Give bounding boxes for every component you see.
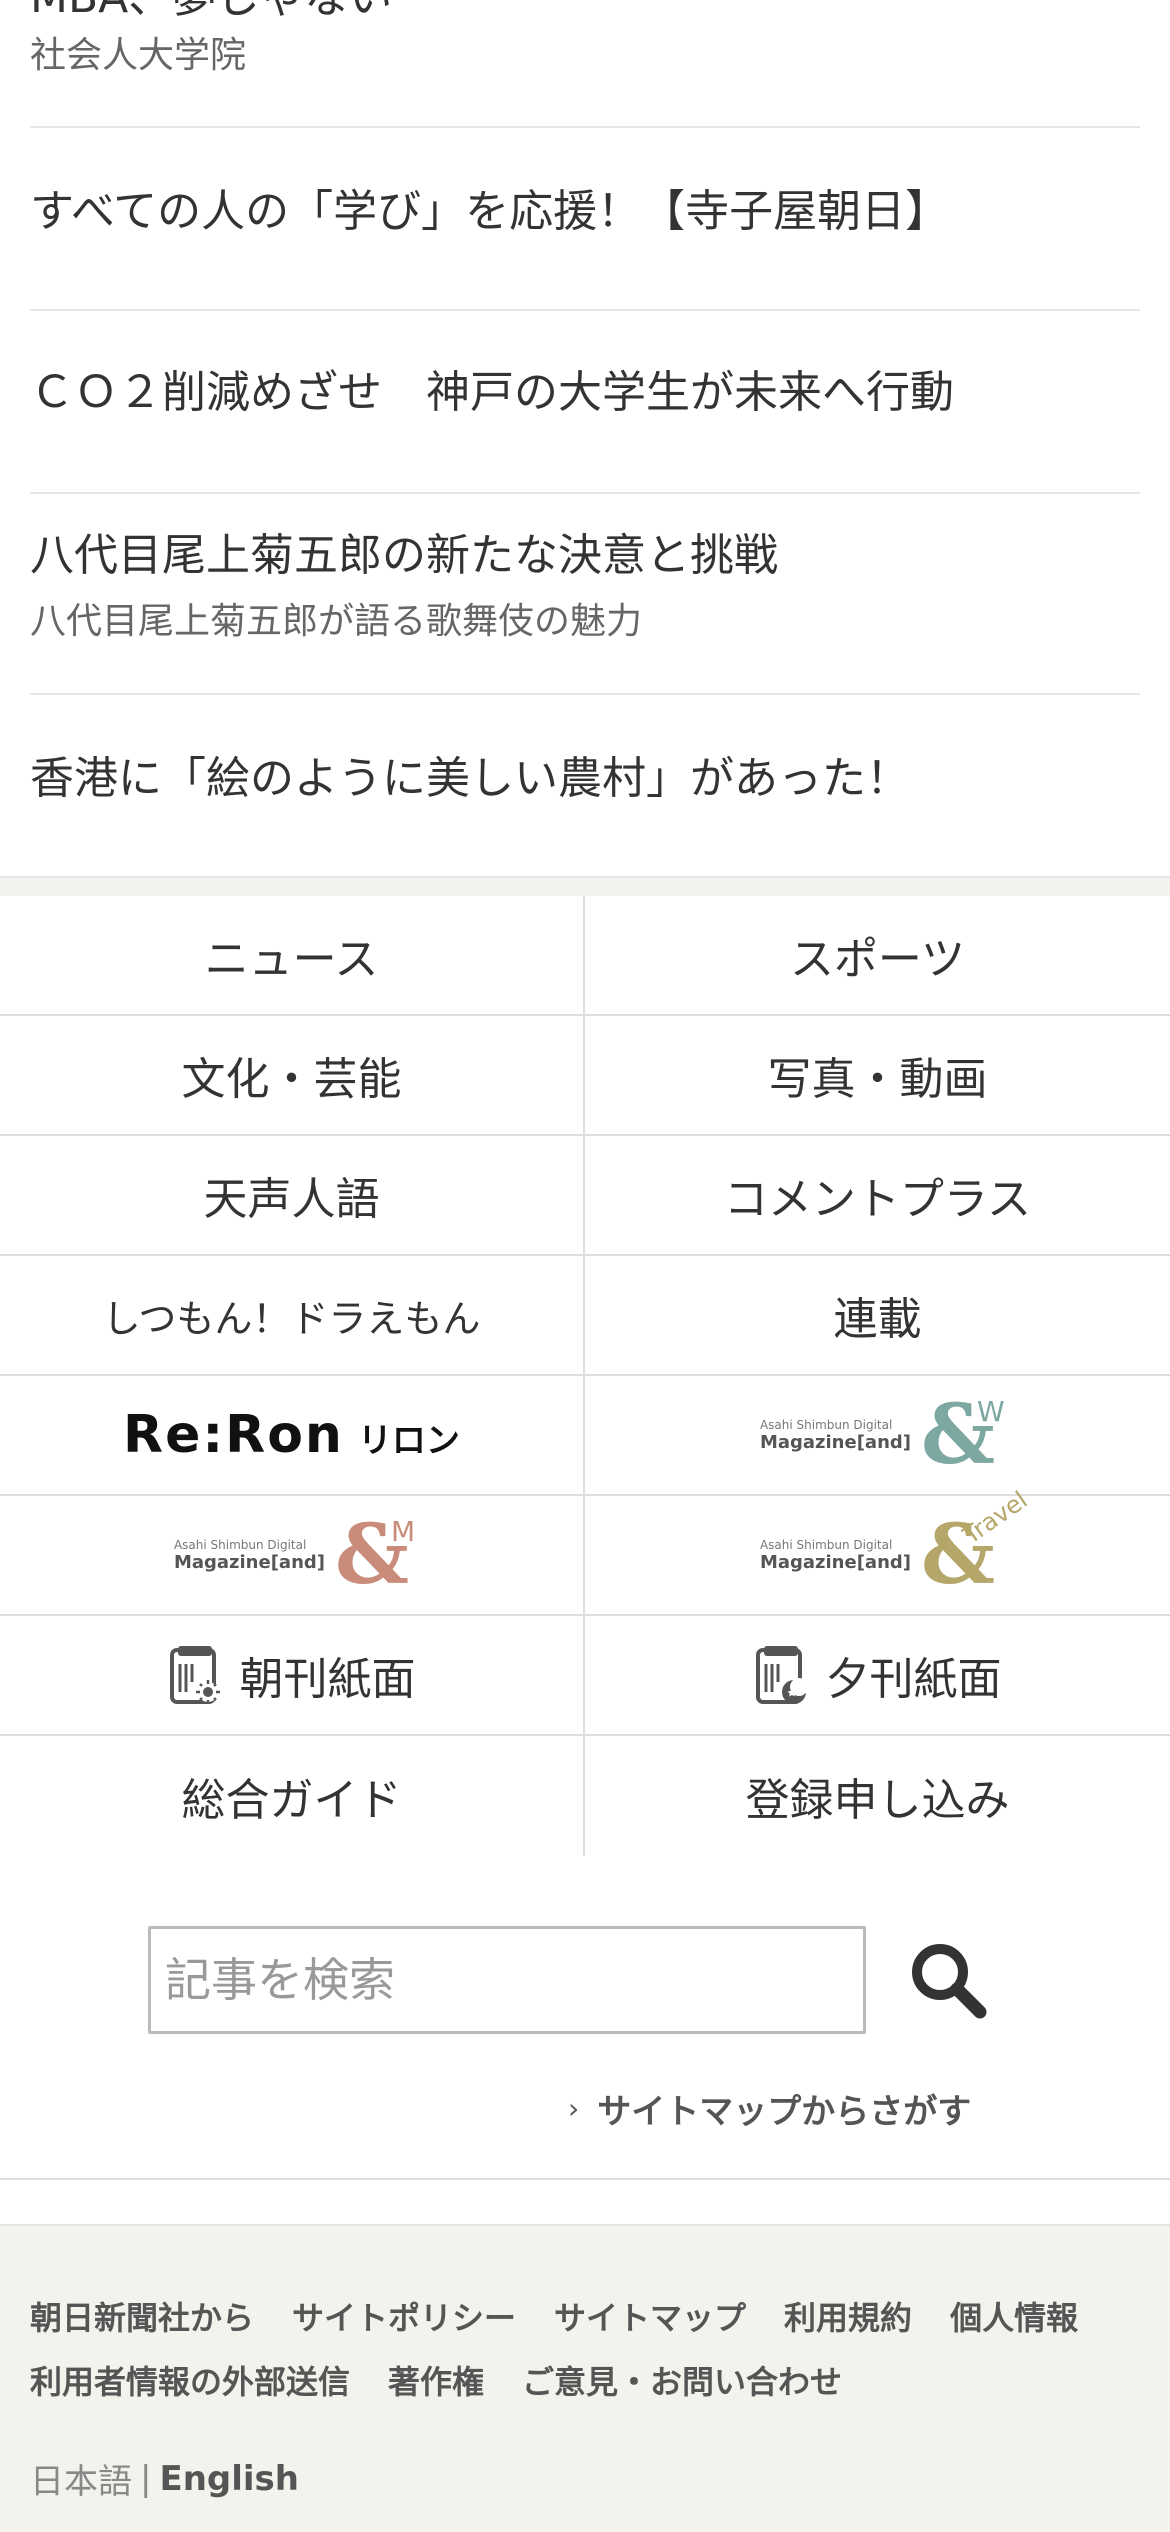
newspaper-moon-icon <box>755 1646 808 1704</box>
nav-and-m[interactable]: Asahi Shimbun Digital Magazine[and] & M <box>0 1496 585 1616</box>
article-item[interactable]: 香港に「絵のように美しい農村」があった！ <box>30 695 1140 878</box>
article-title[interactable]: すべての人の「学び」を応援！【寺子屋朝日】 <box>30 186 949 239</box>
article-subtitle: 社会人大学院 <box>30 35 247 76</box>
article-title[interactable]: 香港に「絵のように美しい農村」があった！ <box>30 753 910 806</box>
nav-morning-edition[interactable]: 朝刊紙面 <box>0 1616 585 1736</box>
search-section: › サイトマップからさがす <box>0 1856 1170 2180</box>
nav-signup[interactable]: 登録申し込み <box>585 1736 1170 1856</box>
nav-series[interactable]: 連載 <box>585 1256 1170 1376</box>
footer-links: 朝日新聞社から サイトポリシー サイトマップ 利用規約 個人情報 利用者情報の外… <box>30 2284 1150 2412</box>
nav-culture[interactable]: 文化・芸能 <box>0 1016 585 1136</box>
lang-separator: | <box>140 2458 152 2499</box>
nav-label: 連載 <box>833 1294 922 1345</box>
article-item[interactable]: ＣＯ２削減めざせ 神戸の大学生が未来へ行動 <box>30 311 1140 494</box>
article-item[interactable]: すべての人の「学び」を応援！【寺子屋朝日】 <box>30 128 1140 311</box>
section-divider <box>0 876 1170 896</box>
footer-link[interactable]: 利用規約 <box>784 2293 912 2339</box>
article-item[interactable]: MBA、夢じゃない 社会人大学院 <box>30 0 1140 128</box>
footer-link[interactable]: ご意見・お問い合わせ <box>522 2357 842 2403</box>
nav-label: 写真・動画 <box>767 1054 988 1105</box>
reron-logo-text: Re:Ron <box>123 1405 344 1465</box>
category-nav-grid: ニュース スポーツ 文化・芸能 写真・動画 天声人語 コメントプラス しつもん！… <box>0 896 1170 1856</box>
nav-label: 総合ガイド <box>181 1775 402 1826</box>
footer-link[interactable]: 個人情報 <box>950 2293 1078 2339</box>
nav-label: しつもん！ドラえもん <box>102 1296 481 1341</box>
nav-and-w[interactable]: Asahi Shimbun Digital Magazine[and] & W <box>585 1376 1170 1496</box>
footer-link[interactable]: 著作権 <box>388 2357 484 2403</box>
nav-label: ニュース <box>204 934 379 985</box>
nav-and-travel[interactable]: Asahi Shimbun Digital Magazine[and] & Tra… <box>585 1485 1170 1616</box>
search-input[interactable] <box>148 1926 866 2034</box>
article-subtitle: 八代目尾上菊五郎が語る歌舞伎の魅力 <box>30 601 643 642</box>
nav-label: 登録申し込み <box>745 1775 1010 1826</box>
nav-label: 朝刊紙面 <box>239 1654 416 1705</box>
footer-link[interactable]: サイトマップ <box>554 2293 746 2339</box>
nav-label: コメントプラス <box>723 1174 1032 1225</box>
nav-photo-video[interactable]: 写真・動画 <box>585 1016 1170 1136</box>
footer-link[interactable]: 朝日新聞社から <box>30 2293 254 2339</box>
newspaper-sun-icon <box>169 1646 220 1704</box>
article-title[interactable]: 八代目尾上菊五郎の新たな決意と挑戦 <box>30 530 778 583</box>
nav-guide[interactable]: 総合ガイド <box>0 1736 585 1856</box>
article-item[interactable]: 八代目尾上菊五郎の新たな決意と挑戦 八代目尾上菊五郎が語る歌舞伎の魅力 <box>30 494 1140 695</box>
and-m-logo: Asahi Shimbun Digital Magazine[and] & M <box>173 1507 416 1603</box>
nav-label: 夕刊紙面 <box>825 1654 1002 1705</box>
logo-brand-text: Asahi Shimbun Digital <box>173 1537 307 1552</box>
lang-english-link[interactable]: English <box>159 2459 299 2499</box>
ampersand-icon: & Travel <box>921 1485 1033 1603</box>
article-list: MBA、夢じゃない 社会人大学院 すべての人の「学び」を応援！【寺子屋朝日】 Ｃ… <box>0 0 1170 878</box>
reron-logo-kana: リロン <box>357 1421 460 1461</box>
nav-comment-plus[interactable]: コメントプラス <box>585 1136 1170 1256</box>
nav-reron[interactable]: Re:Ron リロン <box>0 1376 585 1496</box>
lang-japanese: 日本語 <box>30 2462 132 2502</box>
nav-sports[interactable]: スポーツ <box>585 896 1170 1016</box>
and-travel-logo: Asahi Shimbun Digital Magazine[and] & Tra… <box>759 1485 1033 1603</box>
ampersand-icon: & W <box>921 1387 1005 1483</box>
footer-link[interactable]: サイトポリシー <box>292 2293 516 2339</box>
logo-brand-text: Asahi Shimbun Digital <box>759 1417 893 1432</box>
nav-tenseijingo[interactable]: 天声人語 <box>0 1136 585 1256</box>
logo-brand-text: Asahi Shimbun Digital <box>759 1537 893 1552</box>
article-title[interactable]: ＣＯ２削減めざせ 神戸の大学生が未来へ行動 <box>30 367 954 420</box>
nav-label: スポーツ <box>789 934 966 985</box>
article-title[interactable]: MBA、夢じゃない <box>30 0 392 25</box>
nav-label: 天声人語 <box>203 1174 380 1225</box>
reron-logo: Re:Ron リロン <box>123 1405 460 1465</box>
nav-label: 文化・芸能 <box>181 1054 402 1105</box>
nav-evening-edition[interactable]: 夕刊紙面 <box>585 1616 1170 1736</box>
nav-news[interactable]: ニュース <box>0 896 585 1016</box>
logo-magazine-text: Magazine[and] <box>173 1551 325 1573</box>
logo-magazine-text: Magazine[and] <box>759 1431 911 1453</box>
logo-magazine-text: Magazine[and] <box>759 1551 911 1573</box>
footer-link[interactable]: 利用者情報の外部送信 <box>30 2357 350 2403</box>
and-w-logo: Asahi Shimbun Digital Magazine[and] & W <box>759 1387 1005 1483</box>
ampersand-icon: & M <box>335 1507 416 1603</box>
search-icon[interactable] <box>906 1938 990 2022</box>
footer: 朝日新聞社から サイトポリシー サイトマップ 利用規約 個人情報 利用者情報の外… <box>0 2224 1170 2532</box>
sitemap-link[interactable]: › サイトマップからさがす <box>568 2084 971 2133</box>
nav-doraemon[interactable]: しつもん！ドラえもん <box>0 1256 585 1376</box>
sitemap-link-label: サイトマップからさがす <box>597 2092 972 2132</box>
chevron-right-icon: › <box>568 2092 580 2125</box>
language-switcher: 日本語 | English <box>30 2454 299 2503</box>
